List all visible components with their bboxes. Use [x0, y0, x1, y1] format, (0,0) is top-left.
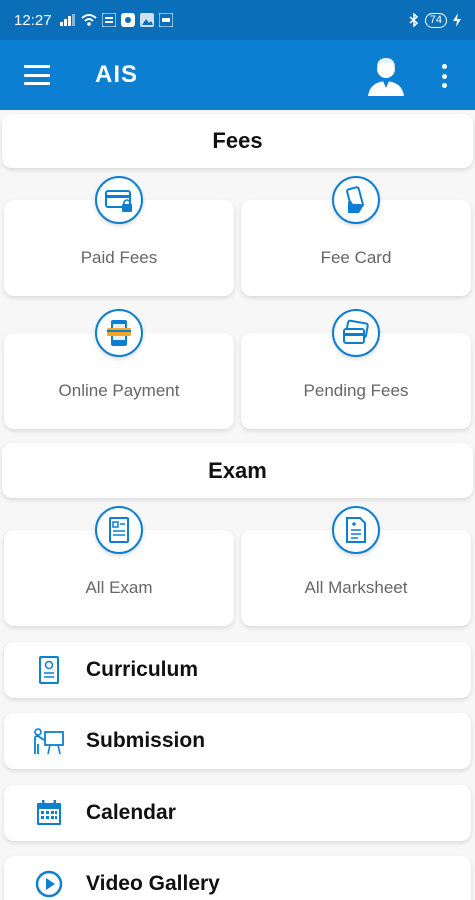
curriculum-row[interactable]: Curriculum: [4, 642, 471, 698]
gallery-notification-icon: [139, 13, 154, 27]
paid-fees-icon-badge: [95, 176, 143, 224]
all-marksheet-icon-badge: [332, 506, 380, 554]
credit-card-lock-icon: [105, 190, 132, 212]
marksheet-icon: [346, 517, 366, 543]
submission-row[interactable]: Submission: [4, 713, 471, 769]
pending-fees-label: Pending Fees: [303, 381, 409, 400]
calendar-icon: [37, 800, 61, 825]
menu-icon-line: [24, 65, 50, 68]
app-notification-icon: [120, 13, 135, 27]
bluetooth-icon: [409, 13, 418, 27]
menu-icon-line: [24, 73, 50, 77]
fees-section-title: Fees: [212, 128, 263, 153]
status-time: 12:27: [14, 11, 52, 29]
online-payment-label: Online Payment: [58, 381, 180, 400]
battery-level: 74: [424, 12, 447, 28]
menu-icon-line: [24, 82, 50, 85]
network-icon: [158, 13, 173, 27]
submission-icon-wrap: [32, 724, 66, 758]
dot: [441, 83, 447, 88]
presentation-board-icon: [34, 728, 64, 755]
fee-card-label: Fee Card: [320, 248, 392, 267]
mobile-payment-icon: [107, 320, 131, 346]
dot: [441, 73, 447, 79]
all-marksheet-label: All Marksheet: [304, 578, 408, 597]
exam-section-title: Exam: [208, 457, 267, 483]
calendar-row[interactable]: Calendar: [4, 785, 471, 841]
dot: [441, 64, 447, 69]
curriculum-icon-wrap: [32, 653, 66, 687]
exam-sheet-icon: [109, 517, 129, 543]
menu-button[interactable]: [24, 65, 50, 85]
status-icons: [59, 13, 173, 27]
cards-icon: [343, 319, 369, 344]
all-exam-icon-badge: [95, 506, 143, 554]
volte-icon: [101, 13, 116, 27]
fee-card-icon-badge: [332, 176, 380, 224]
video-gallery-row[interactable]: Video Gallery: [4, 856, 471, 900]
play-circle-icon: [35, 870, 63, 898]
submission-label: Submission: [86, 729, 206, 752]
profile-button[interactable]: [364, 54, 408, 98]
calendar-icon-wrap: [32, 796, 66, 830]
status-right: 74: [409, 12, 461, 28]
calendar-label: Calendar: [86, 801, 176, 824]
status-bar: 12:27 74: [0, 0, 475, 40]
hand-card-icon: [346, 186, 364, 213]
exam-section-header: Exam: [2, 443, 473, 498]
document-badge-icon: [39, 656, 59, 684]
signal-icon: [59, 14, 75, 26]
wifi-icon: [80, 14, 97, 26]
pending-fees-icon-badge: [332, 309, 380, 357]
charging-icon: [453, 13, 461, 27]
online-payment-icon-badge: [95, 309, 143, 357]
curriculum-label: Curriculum: [86, 658, 199, 681]
app-title: AIS: [95, 61, 139, 88]
video-gallery-icon-wrap: [32, 867, 66, 900]
more-options-button[interactable]: [438, 64, 450, 88]
video-gallery-label: Video Gallery: [86, 872, 220, 895]
app-bar: AIS: [0, 40, 475, 110]
paid-fees-label: Paid Fees: [80, 248, 158, 267]
fees-section-header: Fees: [2, 114, 473, 168]
user-profile-icon: [368, 58, 404, 96]
all-exam-label: All Exam: [85, 578, 153, 597]
